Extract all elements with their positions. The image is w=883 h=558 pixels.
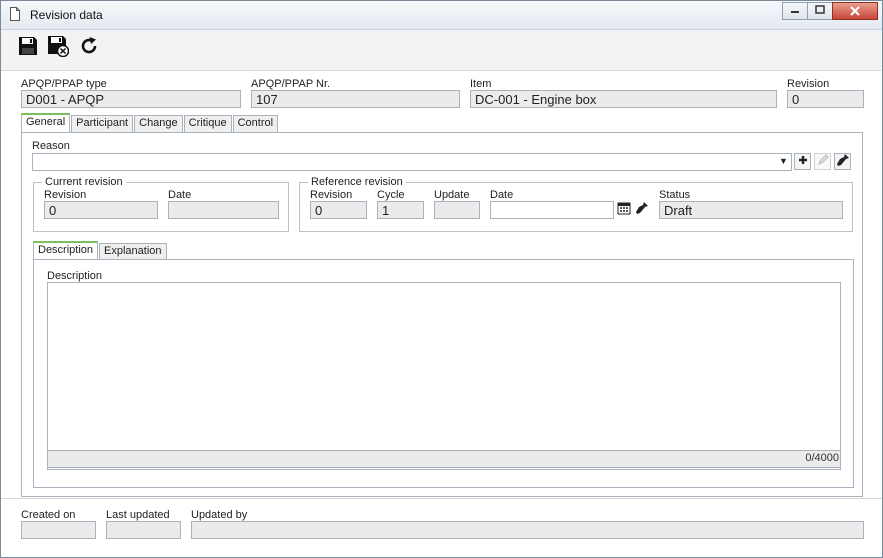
ref-cycle-field[interactable]: 1: [377, 201, 424, 219]
maximize-icon: [815, 5, 825, 17]
plus-icon: [798, 155, 808, 168]
created-on-label: Created on: [21, 509, 76, 521]
current-revision-field[interactable]: 0: [44, 201, 158, 219]
description-textarea[interactable]: [47, 282, 841, 470]
reference-revision-group: Reference revision Revision 0 Cycle 1 Up…: [299, 176, 853, 232]
ref-update-label: Update: [434, 189, 470, 201]
general-tab-panel: Reason ▼ Current revision Revision 0 Dat…: [21, 132, 863, 497]
tab-critique[interactable]: Critique: [183, 115, 232, 132]
save-button[interactable]: [17, 36, 39, 58]
footer-divider: [1, 498, 882, 499]
edit-reason-button[interactable]: [814, 153, 831, 170]
ref-status-label: Status: [659, 189, 691, 201]
ref-cycle-label: Cycle: [377, 189, 405, 201]
save-close-icon: [47, 35, 70, 60]
calendar-button[interactable]: [615, 201, 632, 218]
clear-reason-button[interactable]: [834, 153, 851, 170]
maximize-button[interactable]: [807, 2, 833, 20]
item-field[interactable]: DC-001 - Engine box: [470, 90, 777, 108]
ref-status-field[interactable]: Draft: [659, 201, 843, 219]
apqp-type-label: APQP/PPAP type: [21, 78, 107, 90]
reference-revision-legend: Reference revision: [308, 176, 406, 188]
ref-update-field[interactable]: [434, 201, 480, 219]
reason-select[interactable]: [32, 153, 792, 171]
revision-data-window: Revision data APQP/PPAP type D001 - APQP…: [0, 0, 883, 558]
tab-control[interactable]: Control: [232, 115, 279, 132]
tab-participant[interactable]: Participant: [71, 115, 134, 132]
updated-by-label: Updated by: [191, 509, 248, 521]
tab-general[interactable]: General: [21, 113, 71, 132]
ref-date-label: Date: [490, 189, 514, 201]
character-counter-bar: [47, 450, 841, 468]
current-revision-legend: Current revision: [42, 176, 126, 188]
refresh-button[interactable]: [78, 36, 100, 58]
ref-revision-field[interactable]: 0: [310, 201, 367, 219]
character-counter: 0/4000: [805, 452, 839, 464]
updated-by-field[interactable]: [191, 521, 864, 539]
current-revision-group: Current revision Revision 0 Date: [33, 176, 289, 232]
description-tab-panel: Description 0/4000: [33, 259, 854, 488]
toolbar: [1, 30, 882, 71]
calendar-icon: [617, 201, 631, 218]
revision-field[interactable]: 0: [787, 90, 864, 108]
add-reason-button[interactable]: [794, 153, 811, 170]
save-icon: [18, 36, 38, 59]
reason-label: Reason: [32, 140, 70, 152]
tab-change[interactable]: Change: [134, 115, 183, 132]
revision-label: Revision: [787, 78, 830, 90]
item-label: Item: [470, 78, 492, 90]
brush-icon: [836, 153, 850, 170]
apqp-nr-field[interactable]: 107: [251, 90, 460, 108]
current-date-field[interactable]: [168, 201, 279, 219]
apqp-nr-label: APQP/PPAP Nr.: [251, 78, 331, 90]
window-title: Revision data: [30, 8, 103, 22]
description-label: Description: [47, 270, 103, 282]
last-updated-field[interactable]: [106, 521, 181, 539]
window-controls: [782, 2, 878, 21]
description-tabs: Description Explanation: [33, 241, 168, 260]
current-revision-label: Revision: [44, 189, 87, 201]
main-tabs: General Participant Change Critique Cont…: [21, 113, 279, 132]
close-icon: [850, 3, 860, 19]
ref-date-input[interactable]: [490, 201, 614, 219]
minimize-icon: [790, 5, 800, 17]
close-button[interactable]: [832, 2, 878, 20]
pencil-icon: [817, 154, 829, 169]
last-updated-label: Last updated: [106, 509, 170, 521]
clear-date-button[interactable]: [633, 201, 650, 218]
ref-revision-label: Revision: [310, 189, 353, 201]
save-and-close-button[interactable]: [47, 35, 70, 60]
refresh-icon: [79, 36, 99, 59]
apqp-type-field[interactable]: D001 - APQP: [21, 90, 241, 108]
tab-description[interactable]: Description: [33, 241, 99, 260]
current-date-label: Date: [168, 189, 192, 201]
created-on-field[interactable]: [21, 521, 96, 539]
document-icon: [10, 7, 20, 21]
minimize-button[interactable]: [782, 2, 808, 20]
brush-icon: [635, 201, 649, 218]
title-bar: Revision data: [1, 1, 882, 30]
tab-explanation[interactable]: Explanation: [99, 243, 167, 260]
dropdown-arrow-icon[interactable]: ▼: [779, 156, 788, 166]
